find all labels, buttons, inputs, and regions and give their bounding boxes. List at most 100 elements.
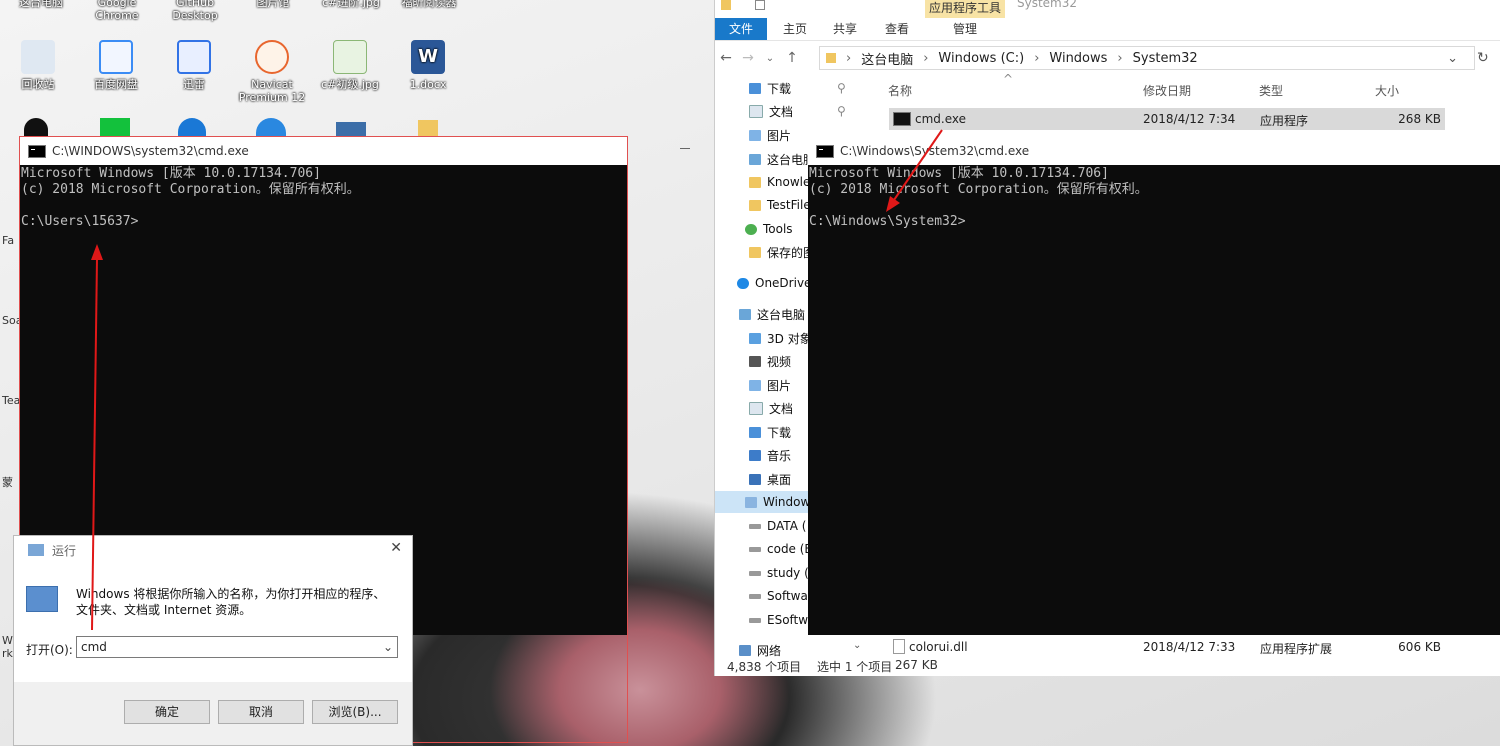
cmd-console-output[interactable]: Microsoft Windows [版本 10.0.17134.706] (c)…: [20, 165, 628, 230]
tab-home[interactable]: 主页: [783, 20, 807, 37]
folder-icon[interactable]: [418, 120, 438, 138]
minimize-icon[interactable]: [680, 148, 690, 149]
breadcrumb-separator-icon: ›: [1117, 50, 1123, 66]
desktop-icon-baidu-pan[interactable]: 百度网盘: [80, 40, 152, 91]
scroll-down-chevron-icon[interactable]: ⌄: [853, 640, 861, 651]
desktop-label-chrome[interactable]: Google Chrome: [78, 0, 156, 22]
column-date[interactable]: 修改日期: [1143, 82, 1191, 99]
xunlei-icon: [177, 40, 211, 74]
breadcrumb-this-pc[interactable]: 这台电脑: [861, 49, 913, 68]
nav-item-label: 视频: [767, 354, 792, 369]
column-size[interactable]: 大小: [1375, 82, 1399, 99]
cmd-console-output[interactable]: Microsoft Windows [版本 10.0.17134.706] (c)…: [808, 165, 1500, 230]
browse-button[interactable]: 浏览(B)...: [312, 700, 398, 724]
run-dialog-titlebar[interactable]: 运行: [14, 536, 412, 564]
nav-item-label: 图片: [767, 378, 792, 393]
properties-icon[interactable]: [755, 0, 765, 10]
desktop-icon-csharp-basic[interactable]: c#初级.jpg: [314, 40, 386, 91]
pictures-icon: [749, 129, 761, 141]
navicat-icon: [255, 40, 289, 74]
edge-icon[interactable]: [178, 118, 206, 138]
desktop-icon-navicat[interactable]: Navicat Premium 12: [236, 40, 308, 104]
column-name[interactable]: 名称: [888, 82, 912, 99]
forward-arrow-icon[interactable]: →: [737, 50, 759, 66]
desktop-label-foxit[interactable]: 福昕阅读器: [390, 0, 468, 9]
cmd-window-title: C:\WINDOWS\system32\cmd.exe: [52, 144, 249, 158]
desktop-label-pictures[interactable]: 图片馆: [234, 0, 312, 9]
cmd-window-title: C:\Windows\System32\cmd.exe: [840, 144, 1030, 158]
qq-icon[interactable]: [24, 118, 48, 138]
address-bar[interactable]: › 这台电脑 › Windows (C:) › Windows › System…: [819, 46, 1475, 70]
address-dropdown-icon[interactable]: ⌄: [1447, 51, 1458, 66]
cloud-icon: [737, 277, 749, 289]
column-type[interactable]: 类型: [1259, 82, 1283, 99]
breadcrumb-system32[interactable]: System32: [1133, 51, 1198, 66]
window-app-icon[interactable]: [336, 122, 366, 138]
recent-chevron-down-icon[interactable]: ⌄: [759, 53, 781, 64]
cmd-window-right[interactable]: C:\Windows\System32\cmd.exe Microsoft Wi…: [808, 137, 1500, 635]
desktop-icon-label: 回收站: [21, 78, 55, 91]
run-command-input[interactable]: cmd ⌄: [76, 636, 398, 658]
run-dialog-body: [14, 564, 412, 682]
quick-access-folder-icon[interactable]: [721, 0, 731, 10]
file-name: cmd.exe: [915, 112, 967, 126]
dll-file-icon: [893, 639, 905, 654]
pin-icon[interactable]: ⚲: [837, 81, 846, 95]
cube-icon: [749, 332, 761, 344]
run-dialog-description: Windows 将根据你所输入的名称，为你打开相应的程序、文件夹、文档或 Int…: [76, 587, 386, 617]
sort-up-icon: ^: [1003, 72, 1014, 86]
desktop-icon-label: c#初级.jpg: [321, 78, 379, 91]
run-program-icon: [26, 586, 58, 612]
drive-icon: [749, 546, 761, 552]
music-icon: [749, 449, 761, 461]
cmd-titlebar[interactable]: C:\Windows\System32\cmd.exe: [808, 137, 1500, 165]
drive-icon: [745, 496, 757, 508]
tab-view[interactable]: 查看: [885, 20, 909, 37]
desktop-label-fragment[interactable]: 蒙: [2, 474, 13, 490]
desktop-label-github[interactable]: GitHub Desktop: [156, 0, 234, 22]
breadcrumb-windows[interactable]: Windows: [1049, 51, 1107, 66]
address-row: ← → ⌄ ↑ › 这台电脑 › Windows (C:) › Windows …: [715, 44, 1500, 72]
console-app-icon: [893, 112, 911, 126]
baidu-pan-icon: [99, 40, 133, 74]
tab-manage[interactable]: 管理: [953, 20, 977, 37]
desktop-icon-xunlei[interactable]: 迅雷: [158, 40, 230, 91]
desktop-icon-recycle-bin[interactable]: 回收站: [2, 40, 74, 91]
desktop-label-csharp-advanced[interactable]: c#进阶.jpg: [312, 0, 390, 9]
explorer-ribbon: 文件 主页 共享 查看 应用程序工具 管理 System32: [715, 0, 1500, 41]
run-dialog[interactable]: 运行 ✕ Windows 将根据你所输入的名称，为你打开相应的程序、文件夹、文档…: [13, 535, 413, 746]
folder-icon: [749, 199, 761, 211]
nav-item-label: Softwar: [767, 589, 813, 603]
up-arrow-icon[interactable]: ↑: [781, 50, 803, 66]
desktop-icon-docx[interactable]: W 1.docx: [392, 40, 464, 91]
breadcrumb-separator-icon: ›: [1034, 50, 1040, 66]
desktop-label-fragment[interactable]: Fa: [2, 234, 14, 247]
breadcrumb-c-drive[interactable]: Windows (C:): [938, 51, 1024, 66]
file-size: 268 KB: [1398, 112, 1441, 126]
tab-share[interactable]: 共享: [833, 20, 857, 37]
ok-button[interactable]: 确定: [124, 700, 210, 724]
file-row-cmd[interactable]: cmd.exe 2018/4/12 7:34 应用程序 268 KB: [889, 108, 1445, 130]
refresh-icon[interactable]: ↻: [1477, 50, 1489, 66]
cmd-titlebar[interactable]: C:\WINDOWS\system32\cmd.exe: [20, 137, 628, 165]
image-file-icon: [333, 40, 367, 74]
word-doc-icon: W: [411, 40, 445, 74]
desktop-label-this-pc[interactable]: 这台电脑: [2, 0, 80, 9]
tab-app-tools-group: 应用程序工具: [925, 0, 1005, 18]
back-arrow-icon[interactable]: ←: [715, 50, 737, 66]
desktop-label-fragment[interactable]: Tea: [2, 394, 20, 407]
nav-item-label: 桌面: [767, 472, 792, 487]
chevron-down-icon[interactable]: ⌄: [383, 637, 393, 657]
video-icon: [749, 355, 761, 367]
run-dialog-title: 运行: [52, 543, 77, 558]
console-app-icon: [816, 144, 834, 158]
file-row-colorui[interactable]: colorui.dll 2018/4/12 7:33 应用程序扩展 606 KB: [885, 636, 1500, 658]
pin-icon[interactable]: ⚲: [837, 104, 846, 118]
cancel-button[interactable]: 取消: [218, 700, 304, 724]
iqiyi-icon[interactable]: [100, 118, 130, 138]
drive-icon: [749, 523, 761, 529]
computer-icon: [749, 153, 761, 165]
close-icon[interactable]: ✕: [390, 540, 402, 556]
tab-file[interactable]: 文件: [715, 18, 767, 40]
